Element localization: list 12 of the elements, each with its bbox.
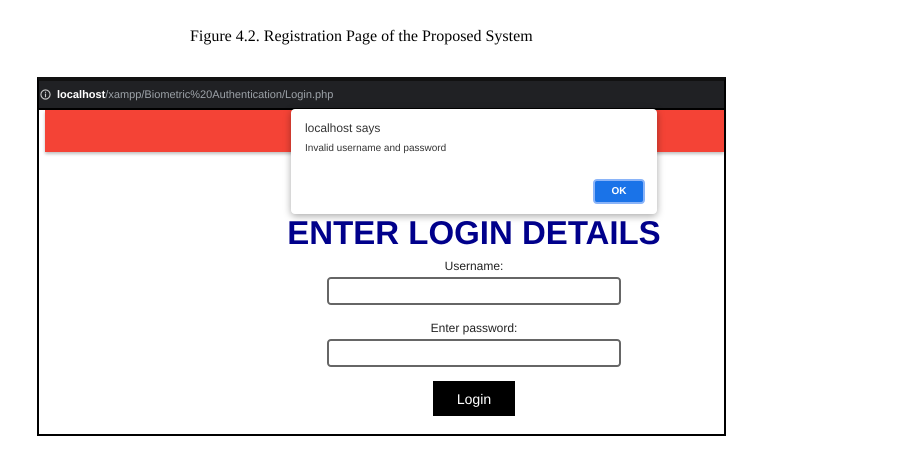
dialog-title: localhost says — [305, 121, 382, 135]
login-heading: ENTER LOGIN DETAILS — [287, 216, 661, 249]
input-field[interactable] — [327, 277, 621, 305]
dialog-message: Invalid username and password — [305, 143, 448, 154]
input-field[interactable] — [327, 339, 621, 367]
ok-button[interactable]: OK — [593, 179, 645, 204]
field-label: Enter password: — [430, 321, 518, 335]
field-label: Username: — [444, 259, 504, 273]
login-button[interactable]: Login — [433, 381, 515, 416]
page-url[interactable]: localhost/xampp/Biometric%20Authentication/Login.php — [57, 88, 334, 100]
info-icon — [40, 89, 51, 100]
figure-caption: Figure 4.2. Registration Page of the Proposed System — [190, 28, 533, 46]
